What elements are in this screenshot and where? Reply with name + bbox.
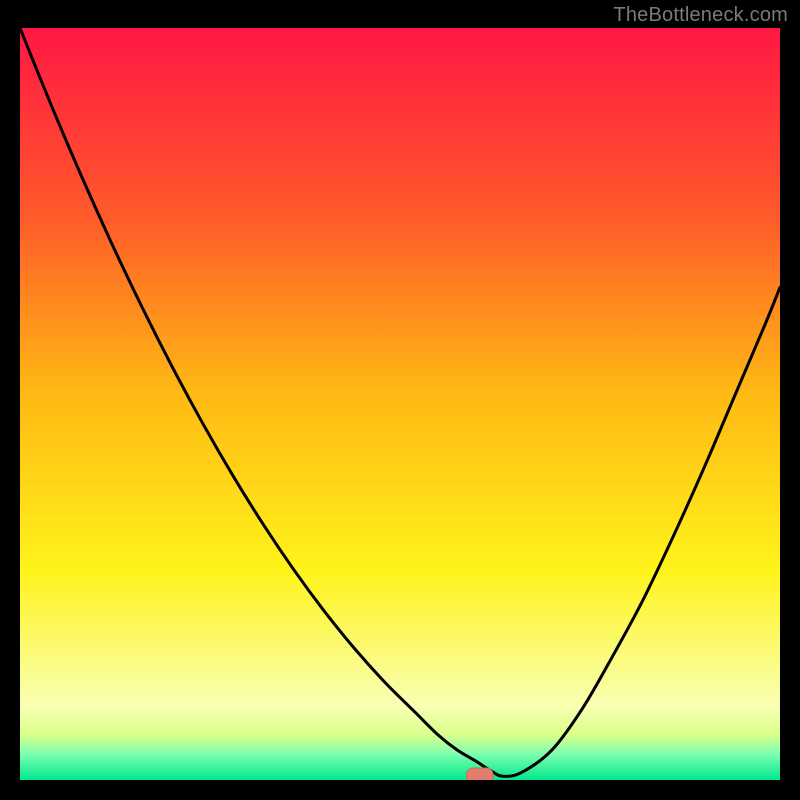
gradient-background bbox=[20, 28, 780, 780]
chart-frame: TheBottleneck.com bbox=[0, 0, 800, 800]
optimum-marker bbox=[467, 768, 494, 780]
watermark-text: TheBottleneck.com bbox=[613, 4, 788, 27]
plot-area bbox=[20, 28, 780, 780]
bottleneck-chart bbox=[20, 28, 780, 780]
